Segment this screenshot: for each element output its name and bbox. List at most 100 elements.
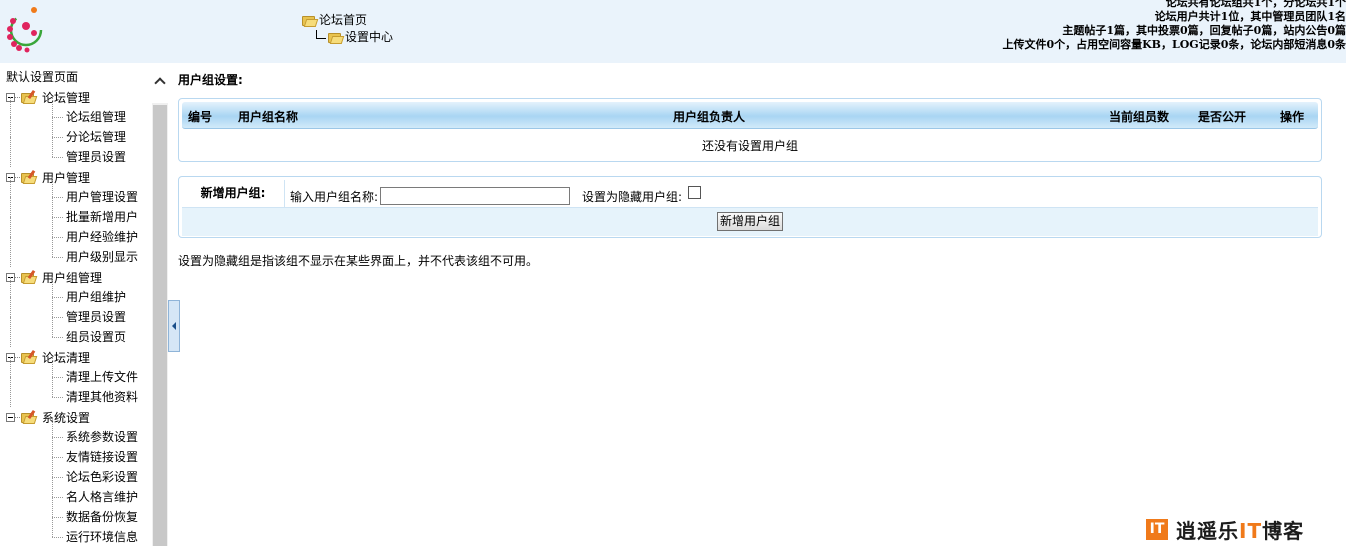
stats-line: 主题帖子1篇，其中投票0篇，回复帖子0篇，站内公告0篇 (1062, 24, 1346, 37)
sidebar-item[interactable]: 论坛色彩设置 (0, 457, 152, 487)
tree-section[interactable]: 系统设置 (0, 407, 152, 427)
sidebar-item[interactable]: 友情链接设置 (0, 437, 152, 467)
sidebar-item-label[interactable]: 管理员设置 (66, 310, 126, 324)
tree-line (52, 457, 53, 477)
sidebar-item[interactable]: 名人格言维护 (0, 477, 152, 507)
sidebar-item[interactable]: 管理员设置 (0, 137, 152, 167)
breadcrumb-root-label[interactable]: 论坛首页 (319, 12, 367, 29)
col-header-id: 编号 (188, 110, 213, 124)
tree-section[interactable]: 论坛清理 (0, 347, 152, 367)
stats-line: 上传文件0个，占用空间容量KB，LOG记录0条，论坛内部短消息0条 (1002, 38, 1346, 51)
sidebar-item-label[interactable]: 论坛组管理 (66, 110, 126, 124)
sidebar-item-label[interactable]: 论坛色彩设置 (66, 470, 138, 484)
chevron-up-icon (154, 77, 166, 89)
header: 论坛首页 设置中心 论坛共有论坛组共1个，分论坛共1个 论坛用户共计1位，其中管… (0, 0, 1346, 63)
watermark-text-a: 逍遥乐 (1176, 519, 1239, 543)
sidebar-item[interactable]: 分论坛管理 (0, 117, 152, 147)
tree-section-label[interactable]: 论坛清理 (42, 349, 90, 366)
col-header-name: 用户组名称 (238, 110, 299, 124)
tree-section-label[interactable]: 系统设置 (42, 409, 90, 426)
breadcrumb-current-label[interactable]: 设置中心 (345, 29, 393, 46)
tree-section[interactable]: 用户组管理 (0, 267, 152, 287)
settings-tree: 默认设置页面 论坛管理 论坛组管理 分论坛管理 管理员设置 用户管理 用户管理设置 批量新增… (0, 63, 152, 546)
sidebar-item-label[interactable]: 用户组维护 (66, 290, 126, 304)
collapse-minus-icon[interactable] (6, 412, 15, 422)
page-title: 用户组设置: (178, 73, 243, 87)
sidebar-item[interactable]: 管理员设置 (0, 297, 152, 327)
sidebar-item-label[interactable]: 友情链接设置 (66, 450, 138, 464)
group-name-input[interactable] (380, 187, 571, 205)
tree-line (52, 357, 53, 377)
form-submit-row: 新增用户组 (182, 208, 1318, 236)
form-label: 新增用户组: (182, 180, 285, 208)
sidebar-item[interactable]: 清理上传文件 (0, 357, 152, 387)
sidebar-item-label[interactable]: 清理其他资料 (66, 390, 138, 404)
sidebar-item[interactable]: 清理其他资料 (0, 377, 152, 407)
user-group-table: 编号 用户组名称 用户组负责人 当前组员数 是否公开 操作 还没有设置用户组 (178, 98, 1322, 162)
sidebar-item[interactable]: 组员设置页 (0, 317, 152, 347)
sidebar-item-label[interactable]: 运行环境信息 (66, 530, 138, 544)
sidebar-item-label[interactable]: 用户经验维护 (66, 230, 138, 244)
sidebar-item-label[interactable]: 组员设置页 (66, 330, 126, 344)
tree-root[interactable]: 默认设置页面 (0, 67, 152, 87)
sidebar-item[interactable]: 用户管理设置 (0, 177, 152, 207)
sidebar-item-label[interactable]: 管理员设置 (66, 150, 126, 164)
watermark-logo-icon: IT (1146, 519, 1168, 540)
sidebar-item[interactable]: 运行环境信息 (0, 517, 152, 546)
empty-message: 还没有设置用户组 (701, 139, 798, 153)
scroll-thumb[interactable] (153, 105, 167, 546)
sidebar-item[interactable]: 论坛组管理 (0, 97, 152, 127)
sidebar-toggle-button[interactable] (168, 300, 180, 352)
tree-line (15, 176, 20, 178)
watermark: IT 逍遥乐IT博客 (1146, 515, 1304, 544)
sidebar: 默认设置页面 论坛管理 论坛组管理 分论坛管理 管理员设置 用户管理 用户管理设置 批量新增… (0, 63, 168, 546)
breadcrumb-current[interactable]: 设置中心 (302, 29, 393, 46)
tree-line (15, 356, 20, 358)
tree-section[interactable]: 论坛管理 (0, 87, 152, 107)
sidebar-item[interactable]: 数据备份恢复 (0, 497, 152, 527)
add-group-button[interactable]: 新增用户组 (716, 212, 783, 231)
tree-line (52, 477, 53, 497)
breadcrumb-root[interactable]: 论坛首页 (302, 12, 393, 29)
sidebar-item[interactable]: 用户级别显示 (0, 237, 152, 267)
tree-line (52, 437, 53, 457)
form-row: 新增用户组: 输入用户组名称: 设置为隐藏用户组: (182, 180, 1318, 208)
table-header: 编号 用户组名称 用户组负责人 当前组员数 是否公开 操作 (182, 102, 1318, 129)
tree-section-label[interactable]: 论坛管理 (42, 89, 90, 106)
tree-line (52, 117, 53, 137)
sidebar-item-label[interactable]: 清理上传文件 (66, 370, 138, 384)
hidden-group-checkbox[interactable] (688, 185, 702, 199)
sidebar-item-label[interactable]: 系统参数设置 (66, 430, 138, 444)
tree-section[interactable]: 用户管理 (0, 167, 152, 187)
sidebar-item-label[interactable]: 数据备份恢复 (66, 510, 138, 524)
collapse-left-icon (172, 322, 176, 330)
tree-line (52, 97, 53, 117)
tree-line (15, 96, 20, 98)
tree-line (52, 197, 53, 217)
tree-section-label[interactable]: 用户管理 (42, 169, 90, 186)
tree-line (52, 317, 53, 337)
sidebar-item[interactable]: 用户经验维护 (0, 217, 152, 247)
sidebar-item[interactable]: 系统参数设置 (0, 417, 152, 447)
col-header-count: 当前组员数 (1109, 110, 1170, 124)
form-fields: 输入用户组名称: 设置为隐藏用户组: (290, 185, 702, 205)
tree-line (52, 217, 53, 237)
folder-icon (21, 409, 38, 424)
folder-icon (302, 14, 319, 27)
sidebar-item-label[interactable]: 分论坛管理 (66, 130, 126, 144)
sidebar-item-label[interactable]: 批量新增用户 (66, 210, 138, 224)
sidebar-item-label[interactable]: 用户级别显示 (66, 250, 138, 264)
sidebar-item-label[interactable]: 名人格言维护 (66, 490, 138, 504)
sidebar-item[interactable]: 用户组维护 (0, 277, 152, 307)
group-name-label: 输入用户组名称: (290, 189, 379, 204)
folder-icon (21, 269, 38, 284)
tree-section-label[interactable]: 用户组管理 (42, 269, 102, 286)
sidebar-item[interactable]: 批量新增用户 (0, 197, 152, 227)
watermark-text-it: IT (1239, 519, 1263, 543)
forum-logo[interactable] (4, 4, 48, 54)
tree-line (52, 277, 53, 297)
scroll-up-button[interactable] (152, 63, 168, 103)
sidebar-item-label[interactable]: 用户管理设置 (66, 190, 138, 204)
stats-line: 论坛共有论坛组共1个，分论坛共1个 (1165, 0, 1346, 9)
sidebar-scrollbar[interactable] (152, 63, 168, 546)
